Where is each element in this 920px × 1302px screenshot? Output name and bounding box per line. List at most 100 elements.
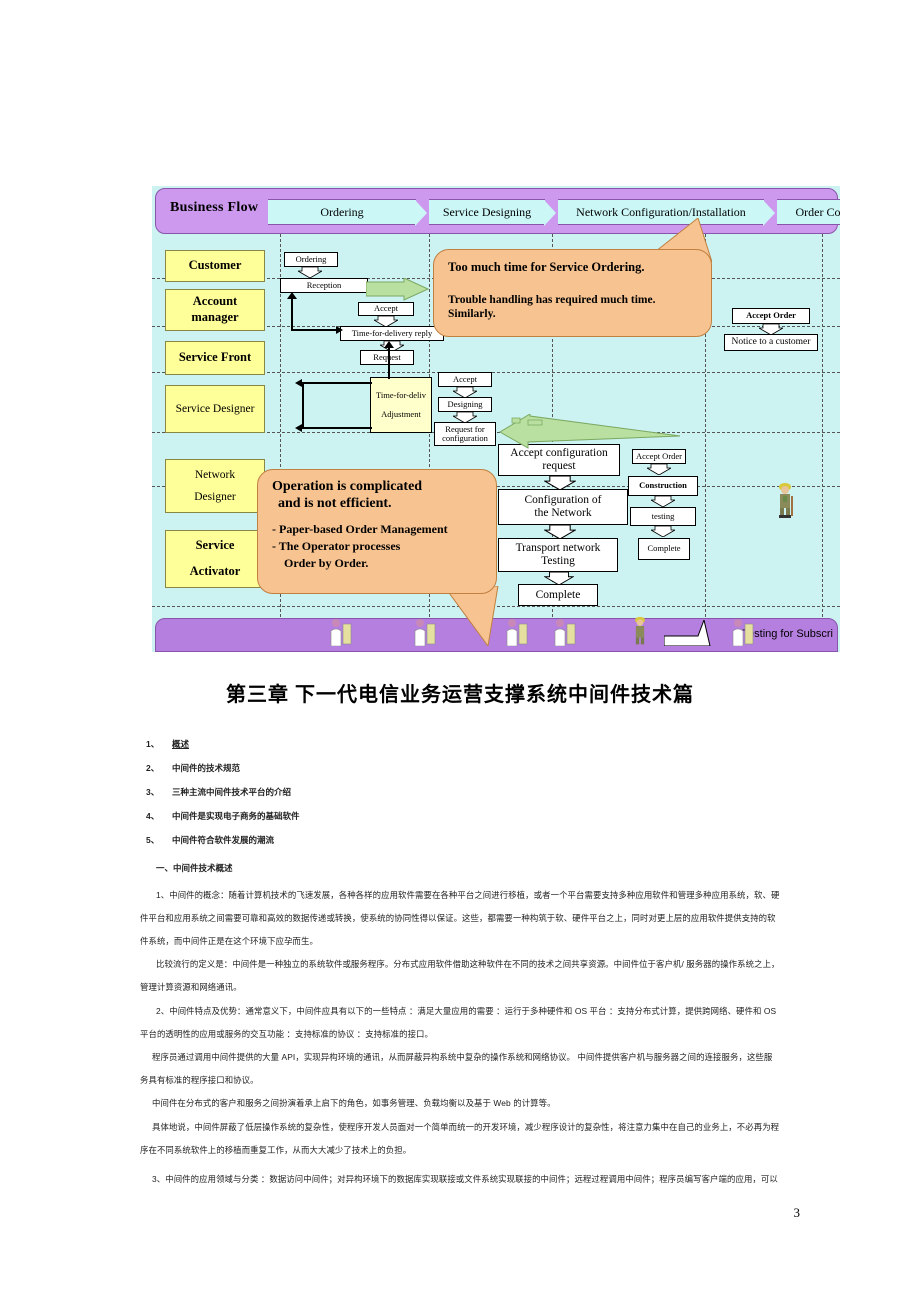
callout-line: - Paper-based Order Management <box>272 521 448 536</box>
operator-icon <box>730 618 756 651</box>
role-label-2: manager <box>191 310 239 324</box>
business-flow-diagram: Business Flow Ordering Service Designing… <box>152 186 840 652</box>
box-label: Complete <box>647 543 681 554</box>
paragraph-line: 务具有标准的程序接口和协议。 <box>140 1075 259 1085</box>
box-label: Configuration of <box>524 494 602 507</box>
flow-arrow-down <box>651 496 675 507</box>
box-label: Transport network <box>515 542 601 555</box>
callout-line: Too much time for Service Ordering. <box>448 260 645 274</box>
flow-arrow-down <box>647 464 671 475</box>
business-flow-title: Business Flow <box>170 200 259 215</box>
paragraph-line: 具体地说，中间件屏蔽了低层操作系统的复杂性，使程序开发人员面对一个简单而统一的开… <box>152 1122 780 1132</box>
toc-item-3: 3、 三种主流中间件技术平台的介绍 <box>146 786 291 798</box>
worker-icon <box>630 616 650 651</box>
toc-label: 中间件的技术规范 <box>172 763 241 773</box>
role-label: Customer <box>188 258 242 273</box>
connector-arrowhead <box>295 379 302 387</box>
paragraph-line: 程序员通过调用中间件提供的大量 API，实现异构环境的通讯，从而屏蔽异构系统中复… <box>152 1052 773 1062</box>
box-transport-network-testing: Transport network Testing <box>498 538 618 572</box>
role-label: Service Designer <box>175 402 255 415</box>
box-label-2: Testing <box>541 555 575 567</box>
paragraph-line: 序在不同系统软件上的移植而重复工作，从而大大减少了技术上的负担。 <box>140 1145 412 1155</box>
box-reception: Reception <box>280 278 368 293</box>
green-arrow-configuration <box>490 413 681 461</box>
box-notice-to-a-customer: Notice to a customer <box>724 334 818 351</box>
box-accept-order-right: Accept Order <box>732 308 810 324</box>
phase-chevron-service-designing: Service Designing <box>429 199 558 227</box>
connector-arrowhead <box>287 292 297 299</box>
operator-icon <box>552 618 578 651</box>
phase-label: Order Completion/ <box>795 204 841 219</box>
box-ordering: Ordering <box>284 252 338 267</box>
connector-arrowhead <box>295 424 302 432</box>
role-label: Account <box>192 294 238 309</box>
connector-line <box>291 294 293 331</box>
role-label-2: Designer <box>194 491 236 503</box>
role-customer: Customer <box>165 250 265 282</box>
flow-arrow-down <box>651 526 675 537</box>
box-label: Reception <box>306 279 342 290</box>
box-label: Time-for-deliv <box>375 390 427 401</box>
box-testing: testing <box>630 507 696 526</box>
operator-icon <box>328 618 354 651</box>
grid-line-vertical <box>822 234 823 652</box>
paragraph-line: 2、中间件特点及优势：通常意义下，中间件应具有以下的一些特点 ：满足大量应用的需… <box>156 1006 777 1016</box>
box-request: Request <box>360 350 414 365</box>
flow-arrow-down <box>298 267 322 278</box>
callout-tail <box>443 585 514 651</box>
page-number: 3 <box>793 1205 801 1220</box>
box-configuration-of-the-network: Configuration of the Network <box>498 489 628 525</box>
chapter-title: 第三章 下一代电信业务运营支撑系统中间件技术篇 <box>226 684 694 706</box>
box-time-for-delivery-reply: Time-for-delivery reply <box>340 326 444 341</box>
paragraph-line: 件平台和应用系统之间需要可靠和高效的数据传递或转换，使系统的协同性得以保证。这些… <box>140 913 776 923</box>
box-label: Construction <box>639 480 687 491</box>
toc-item-1: 1、 概述 <box>146 738 189 750</box>
worker-icon <box>774 482 796 523</box>
connector-line <box>302 382 372 384</box>
bottom-bar-label: Testing for Subscri <box>742 628 833 640</box>
role-label: Service Front <box>178 350 252 365</box>
toc-number: 5、 <box>146 835 160 845</box>
box-label: Request <box>373 351 401 362</box>
role-label: Service <box>195 538 235 553</box>
toc-item-5: 5、 中间件符合软件发展的潮流 <box>146 834 274 846</box>
paragraph-line: 件系统，而中间件正是在这个环境下应孕而生。 <box>140 936 318 946</box>
connector-arrowhead <box>384 341 394 348</box>
paragraph-line: 3、中间件的应用领域与分类 ：数据访问中间件；对异构环境下的数据库实现联接或文件… <box>152 1174 778 1184</box>
phase-chevron-ordering: Ordering <box>268 199 429 227</box>
box-designing: Designing <box>438 397 492 412</box>
callout-connector-shape <box>663 618 724 651</box>
box-complete-2: Complete <box>638 538 690 560</box>
callout-line: Operation is complicated <box>272 479 423 494</box>
paragraph-line: 1、中间件的概念：随着计算机技术的飞速发展，各种各样的应用软件需要在各种平台之间… <box>156 890 780 900</box>
toc-label: 三种主流中间件技术平台的介绍 <box>172 787 292 797</box>
callout-line: Similarly. <box>448 308 496 321</box>
box-label-2: the Network <box>534 507 592 519</box>
box-label-2: configuration <box>442 433 488 443</box>
section-heading: 一、中间件技术概述 <box>156 863 233 873</box>
connector-line <box>302 382 304 429</box>
callout-line: Trouble handling has required much time. <box>448 294 656 307</box>
paragraph-line: 管理计算资源和网络通讯。 <box>140 982 242 992</box>
box-label-2: request <box>542 460 576 472</box>
callout-line: Order by Order. <box>284 556 369 571</box>
phase-chevrons: Ordering Service Designing Network Confi… <box>268 199 840 227</box>
business-flow-bar: Business Flow Ordering Service Designing… <box>155 188 840 234</box>
toc-number: 1、 <box>146 739 160 749</box>
box-label: Notice to a customer <box>731 337 811 348</box>
phase-chevron-order-completion: Order Completion/ <box>777 199 840 225</box>
callout-operation-complicated: Operation is complicated and is not effi… <box>257 469 497 594</box>
connector-line <box>302 427 372 429</box>
paragraph-line: 比较流行的定义是：中间件是一种独立的系统软件或服务程序。分布式应用软件借助这种软… <box>156 959 780 969</box>
box-label: Designing <box>447 398 483 409</box>
flow-arrow-down <box>544 476 576 490</box>
green-arrow-ordering <box>365 277 432 315</box>
callout-line: - The Operator processes <box>272 538 401 553</box>
callout-line: and is not efficient. <box>278 495 392 511</box>
box-label: Accept Order <box>746 310 796 321</box>
box-label: Time-for-delivery reply <box>351 327 433 338</box>
operator-icon <box>412 618 438 651</box>
box-time-for-deliv-adjustment: Time-for-deliv Adjustment <box>370 377 432 433</box>
box-label: Complete <box>535 588 581 601</box>
paragraph-line: 平台的透明性的应用或服务的交互功能 ：支持标准的协议 ：支持标准的接口。 <box>140 1029 434 1039</box>
